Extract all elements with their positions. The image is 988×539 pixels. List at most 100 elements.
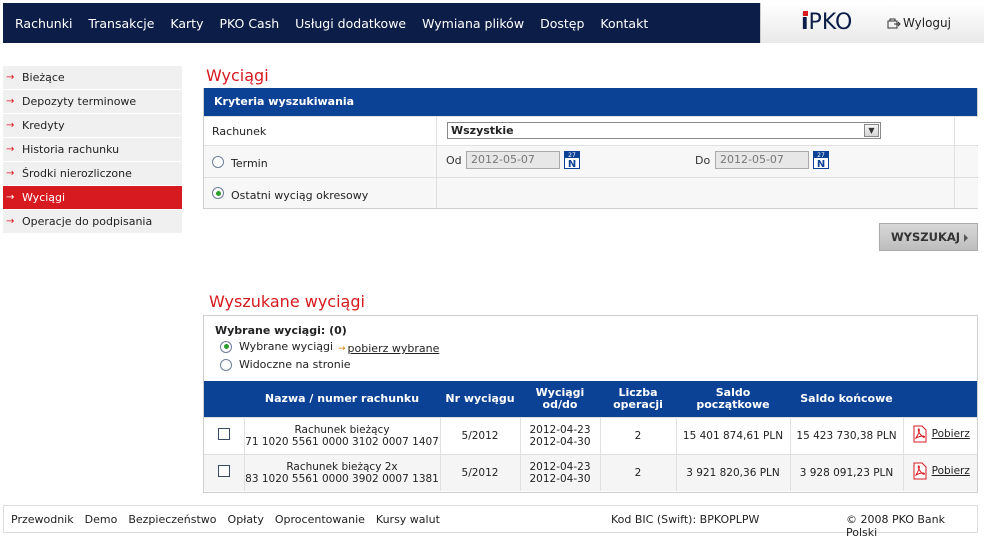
col-checkbox bbox=[204, 381, 244, 417]
nav-item-dostep[interactable]: Dostęp bbox=[540, 16, 584, 31]
calendar-day-text: 27 bbox=[568, 152, 576, 159]
footer-link-kursy-walut[interactable]: Kursy walut bbox=[376, 513, 440, 526]
last-statement-radio[interactable] bbox=[212, 187, 224, 199]
nav-item-kontakt[interactable]: Kontakt bbox=[600, 16, 648, 31]
col-statement-dates: Wyciągi od/do bbox=[520, 381, 600, 417]
results-title: Wyszukane wyciągi bbox=[209, 292, 365, 311]
nav-item-uslugi-dodatkowe[interactable]: Usługi dodatkowe bbox=[295, 16, 406, 31]
logout-label: Wyloguj bbox=[903, 16, 951, 30]
option-visible-label: Widoczne na stronie bbox=[239, 358, 351, 371]
sidebar-item-operacje[interactable]: → Operacje do podpisania bbox=[3, 210, 182, 234]
play-arrow-icon bbox=[964, 234, 968, 242]
date-to: 2012-04-30 bbox=[529, 472, 591, 485]
sidebar-item-historia[interactable]: → Historia rachunku bbox=[3, 138, 182, 162]
footer-link-demo[interactable]: Demo bbox=[85, 513, 118, 526]
to-date-input[interactable]: 2012-05-07 bbox=[715, 151, 809, 169]
main-nav: Rachunki Transakcje Karty PKO Cash Usług… bbox=[15, 3, 664, 43]
opening-balance: 15 401 874,61 PLN bbox=[675, 416, 790, 454]
calendar-letter-text: N bbox=[817, 159, 825, 169]
account-name: Rachunek bieżący 2x bbox=[286, 460, 398, 473]
calendar-icon[interactable]: 27 N bbox=[564, 151, 580, 169]
panel-title: Kryteria wyszukiwania bbox=[204, 88, 977, 116]
option-selected[interactable]: Wybrane wyciągi bbox=[220, 340, 333, 353]
copyright: © 2008 PKO Bank Polski bbox=[846, 513, 946, 539]
operations-count: 2 bbox=[599, 416, 676, 454]
col-statement-no: Nr wyciągu bbox=[440, 381, 520, 417]
footer-link-oprocentowanie[interactable]: Oprocentowanie bbox=[275, 513, 365, 526]
page-title: Wyciągi bbox=[206, 66, 269, 85]
arrow-right-icon: → bbox=[6, 120, 15, 131]
arrow-right-icon: → bbox=[338, 343, 346, 354]
option-selected-label: Wybrane wyciągi bbox=[239, 340, 334, 353]
download-pdf-link[interactable]: Pobierz bbox=[911, 425, 970, 443]
account-label: Rachunek bbox=[212, 124, 267, 138]
search-criteria-panel: Kryteria wyszukiwania Rachunek Wszystkie… bbox=[203, 88, 978, 209]
arrow-right-icon: → bbox=[6, 192, 15, 203]
statement-no: 5/2012 bbox=[439, 453, 520, 491]
arrow-right-icon: → bbox=[6, 144, 15, 155]
sidebar-item-depozyty[interactable]: → Depozyty terminowe bbox=[3, 90, 182, 114]
col-closing-balance: Saldo końcowe bbox=[790, 381, 903, 417]
arrow-right-icon: → bbox=[6, 216, 15, 227]
bic-code: Kod BIC (Swift): BPKOPLPW bbox=[611, 513, 760, 526]
account-number: 71 1020 5561 0000 3102 0007 1407 bbox=[245, 435, 439, 448]
search-button[interactable]: WYSZUKAJ bbox=[879, 223, 978, 251]
footer-link-oplaty[interactable]: Opłaty bbox=[228, 513, 264, 526]
table-header-row: Nazwa / numer rachunku Nr wyciągu Wyciąg… bbox=[204, 381, 977, 417]
footer-link-bezpieczenstwo[interactable]: Bezpieczeństwo bbox=[128, 513, 216, 526]
calendar-icon[interactable]: 27 N bbox=[813, 151, 829, 169]
closing-balance: 15 423 730,38 PLN bbox=[789, 416, 903, 454]
arrow-right-icon: → bbox=[6, 72, 15, 83]
arrow-right-icon: → bbox=[6, 168, 15, 179]
logout-button[interactable]: Wyloguj bbox=[887, 16, 951, 30]
nav-item-wymiana-plikow[interactable]: Wymiana plików bbox=[422, 16, 524, 31]
sidebar-item-wyciagi[interactable]: → Wyciągi bbox=[3, 186, 182, 210]
account-row: Rachunek Wszystkie ▼ bbox=[204, 116, 978, 145]
nav-item-karty[interactable]: Karty bbox=[170, 16, 203, 31]
account-name: Rachunek bieżący bbox=[294, 423, 390, 436]
account-number: 83 1020 5561 0000 3902 0007 1381 bbox=[245, 472, 439, 485]
last-statement-row: Ostatni wyciąg okresowy bbox=[204, 177, 978, 208]
col-opening-balance: Saldo początkowe bbox=[676, 381, 790, 417]
sidebar-item-biezace[interactable]: → Bieżące bbox=[3, 66, 182, 90]
row-checkbox[interactable] bbox=[217, 465, 230, 478]
nav-item-transakcje[interactable]: Transakcje bbox=[88, 16, 154, 31]
sidebar-item-kredyty[interactable]: → Kredyty bbox=[3, 114, 182, 138]
search-button-label: WYSZUKAJ bbox=[891, 230, 961, 244]
to-label: Do bbox=[695, 154, 711, 167]
brand-area: iPKO Wyloguj bbox=[760, 3, 984, 43]
term-radio[interactable] bbox=[212, 155, 224, 168]
arrow-right-icon: → bbox=[6, 96, 15, 107]
visible-radio[interactable] bbox=[220, 358, 232, 371]
ipko-logo: iPKO bbox=[801, 10, 853, 35]
opening-balance: 3 921 820,36 PLN bbox=[675, 453, 790, 491]
operations-count: 2 bbox=[599, 453, 676, 491]
closing-balance: 3 928 091,23 PLN bbox=[789, 453, 903, 491]
from-label: Od bbox=[446, 154, 462, 167]
row-checkbox[interactable] bbox=[217, 428, 230, 440]
results-panel: Wybrane wyciągi: (0) Wybrane wyciągi → p… bbox=[203, 315, 978, 493]
table-row: Rachunek bieżący 71 1020 5561 0000 3102 0… bbox=[204, 416, 977, 454]
statements-table: Nazwa / numer rachunku Nr wyciągu Wyciąg… bbox=[204, 381, 977, 491]
statement-no: 5/2012 bbox=[439, 416, 520, 454]
date-from: 2012-04-23 bbox=[529, 460, 591, 473]
footer: Przewodnik Demo Bezpieczeństwo Opłaty Op… bbox=[3, 505, 978, 539]
download-selected-link[interactable]: → pobierz wybrane bbox=[338, 342, 439, 355]
term-label: Termin bbox=[231, 157, 268, 170]
chevron-down-icon[interactable]: ▼ bbox=[864, 124, 879, 137]
table-row: Rachunek bieżący 2x 83 1020 5561 0000 390… bbox=[204, 453, 977, 491]
sidebar-item-srodki[interactable]: → Środki nierozliczone bbox=[3, 162, 182, 186]
col-download bbox=[903, 381, 977, 417]
from-date-input[interactable]: 2012-05-07 bbox=[466, 151, 560, 169]
pdf-icon bbox=[913, 425, 927, 443]
footer-link-przewodnik[interactable]: Przewodnik bbox=[11, 513, 74, 526]
logout-icon bbox=[887, 18, 901, 29]
col-operations: Liczba operacji bbox=[600, 381, 676, 417]
selected-radio[interactable] bbox=[220, 340, 232, 353]
nav-item-rachunki[interactable]: Rachunki bbox=[15, 16, 72, 31]
option-visible[interactable]: Widoczne na stronie bbox=[220, 358, 351, 371]
download-pdf-link[interactable]: Pobierz bbox=[911, 462, 970, 480]
account-select[interactable]: Wszystkie ▼ bbox=[447, 122, 881, 139]
pdf-icon bbox=[913, 462, 927, 480]
nav-item-pko-cash[interactable]: PKO Cash bbox=[219, 16, 279, 31]
